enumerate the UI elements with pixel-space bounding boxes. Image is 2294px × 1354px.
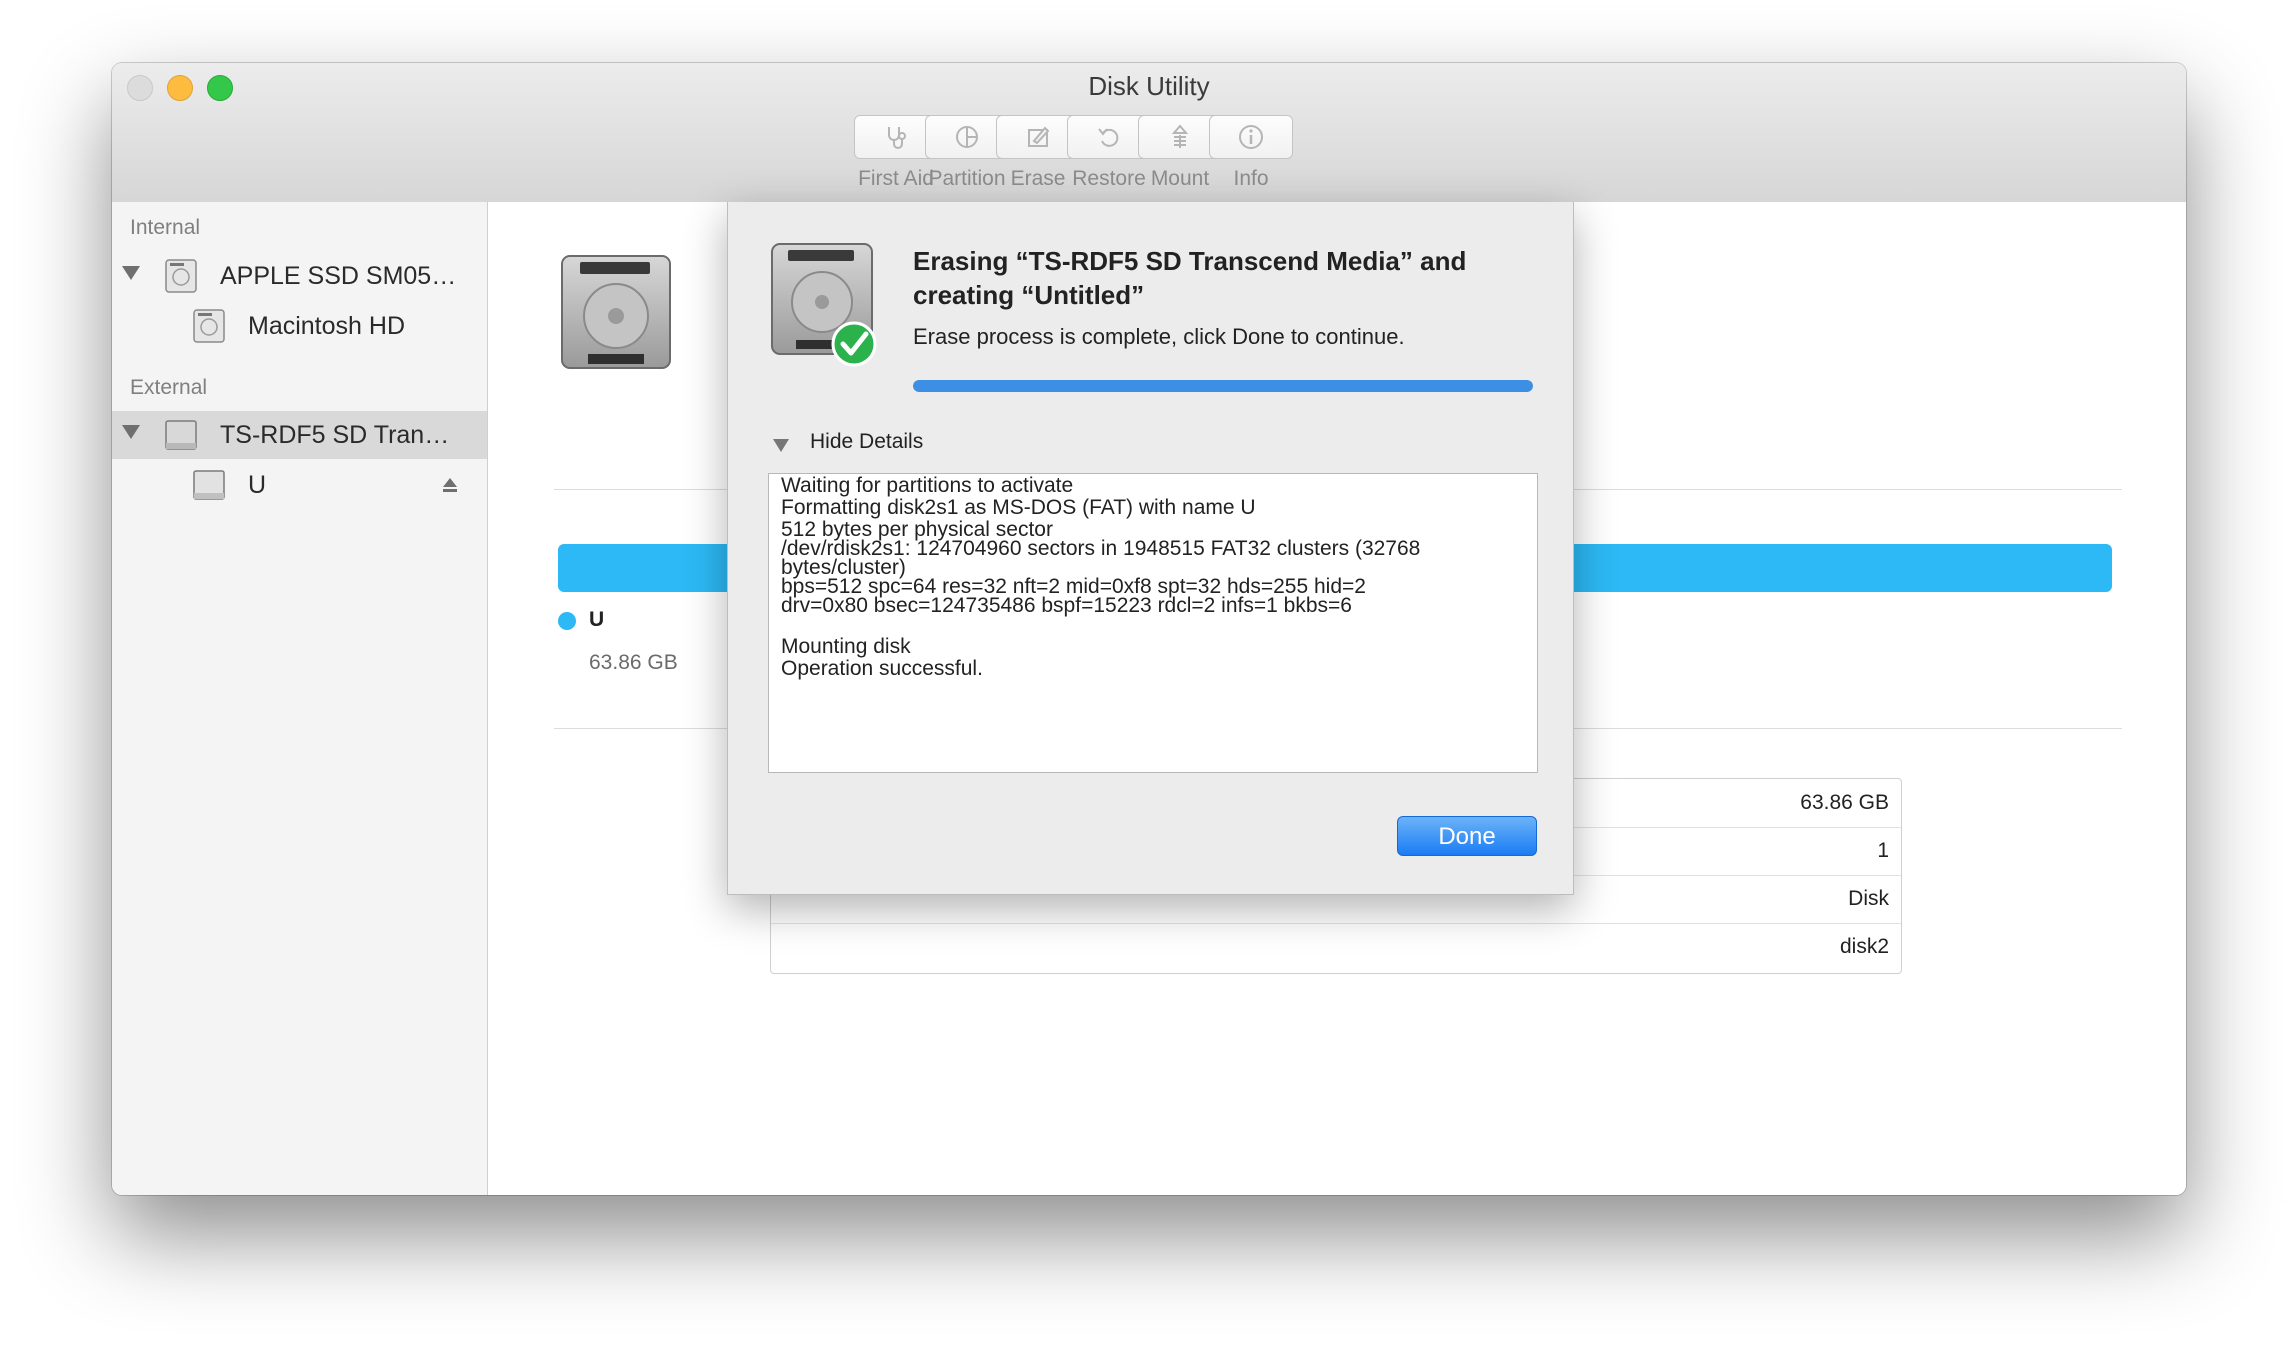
internal-disk-icon bbox=[165, 259, 197, 293]
info-label: Info bbox=[1233, 167, 1269, 190]
stethoscope-icon bbox=[888, 127, 906, 149]
status-text: Erase process is complete, click Done to… bbox=[913, 324, 1405, 349]
internal-header: Internal bbox=[130, 216, 201, 239]
sidebar: Internal APPLE SSD SM05… Macintosh HD Ex… bbox=[112, 202, 488, 1195]
external-header: External bbox=[130, 376, 208, 399]
sheet-title: Erasing “TS-RDF5 SD Transcend Media” and… bbox=[913, 246, 1467, 310]
erase-sheet: Erasing “TS-RDF5 SD Transcend Media” and… bbox=[727, 202, 1574, 895]
disclosure-triangle-icon bbox=[773, 439, 789, 452]
done-button[interactable]: Done bbox=[1397, 816, 1537, 856]
volume-disk-icon bbox=[193, 309, 225, 343]
info-value: 1 bbox=[1877, 839, 1889, 862]
title-bar: Disk Utility First Aid Partition Erase R… bbox=[112, 63, 2186, 203]
sidebar-item-label: TS-RDF5 SD Tran… bbox=[220, 421, 450, 449]
sidebar-item-apple-ssd[interactable]: APPLE SSD SM05… bbox=[112, 252, 487, 300]
log-line: drv=0x80 bsec=124735486 bspf=15223 rdcl=… bbox=[781, 594, 1352, 617]
window-title: Disk Utility bbox=[1088, 71, 1210, 101]
hard-drive-success-icon bbox=[771, 243, 877, 367]
progress-fill bbox=[913, 380, 1533, 392]
hard-drive-icon bbox=[561, 255, 671, 369]
hide-details-label: Hide Details bbox=[810, 430, 924, 453]
legend-dot bbox=[558, 612, 576, 630]
external-volume-icon bbox=[193, 470, 225, 500]
disclosure-triangle-icon[interactable] bbox=[122, 266, 140, 280]
details-log[interactable]: Waiting for partitions to activate Forma… bbox=[768, 473, 1538, 773]
mount-icon bbox=[1171, 124, 1189, 148]
info-button[interactable]: Info bbox=[1199, 115, 1303, 191]
info-icon bbox=[1239, 125, 1263, 149]
eject-icon[interactable] bbox=[441, 476, 459, 494]
sidebar-item-label: Macintosh HD bbox=[248, 312, 405, 340]
disk-utility-window: Disk Utility First Aid Partition Erase R… bbox=[112, 63, 2186, 1195]
sidebar-item-label: APPLE SSD SM05… bbox=[220, 262, 457, 290]
volume-size: 63.86 GB bbox=[589, 651, 678, 674]
info-value: 63.86 GB bbox=[1800, 791, 1889, 814]
external-disk-icon bbox=[165, 420, 197, 450]
log-line: Operation successful. bbox=[781, 657, 983, 680]
sidebar-item-ts-rdf5[interactable]: TS-RDF5 SD Tran… bbox=[112, 411, 487, 459]
table-row: disk2 bbox=[771, 923, 1901, 971]
sidebar-item-u[interactable]: U bbox=[112, 461, 487, 509]
restore-arrow-icon bbox=[1098, 128, 1119, 147]
sidebar-item-macintosh-hd[interactable]: Macintosh HD bbox=[112, 302, 487, 350]
disclosure-triangle-icon[interactable] bbox=[122, 425, 140, 439]
pie-chart-icon bbox=[956, 126, 978, 148]
volume-name: U bbox=[589, 608, 605, 631]
pencil-eraser-icon bbox=[1028, 126, 1050, 147]
info-value: disk2 bbox=[1839, 935, 1889, 958]
info-value: Disk bbox=[1848, 887, 1889, 910]
sidebar-item-label: U bbox=[248, 471, 267, 499]
progress-bar bbox=[913, 380, 1533, 392]
